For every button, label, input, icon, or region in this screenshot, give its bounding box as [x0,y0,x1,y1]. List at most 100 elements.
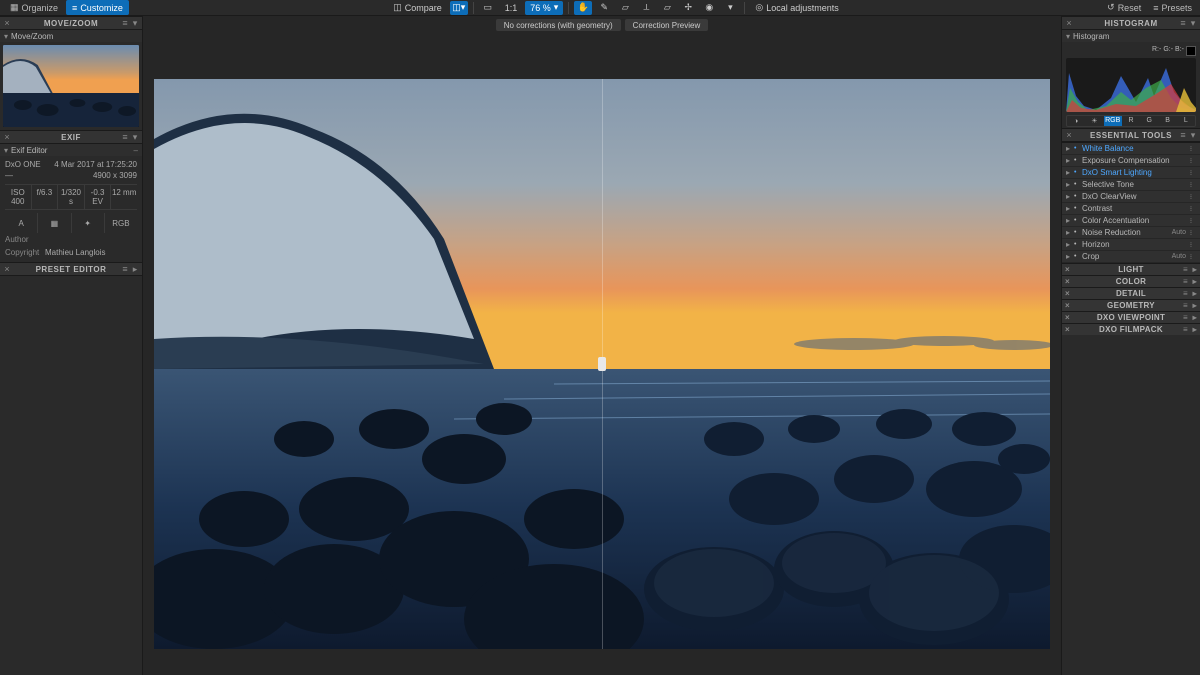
category-color[interactable]: ×COLOR≡▸ [1062,275,1200,287]
tool-item-horizon[interactable]: ▸•Horizon⁝ [1062,239,1200,251]
collapse-icon[interactable]: – [134,146,138,155]
enable-toggle[interactable]: • [1074,193,1082,200]
enable-toggle[interactable]: • [1074,205,1082,212]
enable-toggle[interactable]: • [1074,229,1082,236]
highlight-clip-icon[interactable]: ☀ [1085,116,1103,126]
channel-r[interactable]: R [1122,116,1140,126]
chevron-right-icon[interactable]: ▸ [1193,265,1197,274]
customize-tab[interactable]: ≡ Customize [66,0,129,15]
menu-icon[interactable]: ≡ [1183,265,1188,274]
channel-b[interactable]: B [1158,116,1176,126]
menu-icon[interactable]: ≡ [120,18,130,28]
enable-toggle[interactable]: • [1074,241,1082,248]
close-icon[interactable]: × [1065,301,1070,310]
compare-button[interactable]: ◫ Compare [388,1,447,15]
tool-item-dxo-smart-lighting[interactable]: ▸•DxO Smart Lighting⁝ [1062,167,1200,179]
close-icon[interactable]: × [2,264,12,274]
chevron-right-icon[interactable]: ▸ [1193,301,1197,310]
category-light[interactable]: ×LIGHT≡▸ [1062,263,1200,275]
category-detail[interactable]: ×DETAIL≡▸ [1062,287,1200,299]
chevron-down-icon[interactable]: ▾ [1066,32,1070,41]
tool-item-color-accentuation[interactable]: ▸•Color Accentuation⁝ [1062,215,1200,227]
channel-rgb[interactable]: RGB [1104,116,1122,126]
enable-toggle[interactable]: • [1074,157,1082,164]
options-icon[interactable]: ⁝ [1186,205,1196,213]
zoom-dropdown[interactable]: 76 % ▾ [525,1,563,15]
chevron-down-icon[interactable]: ▾ [1188,18,1198,28]
chevron-right-icon[interactable]: ▸ [130,264,140,274]
menu-icon[interactable]: ≡ [1178,130,1188,140]
copyright-value[interactable]: Mathieu Langlois [45,248,105,257]
chevron-right-icon[interactable]: ▸ [1193,277,1197,286]
close-icon[interactable]: × [1065,277,1070,286]
options-icon[interactable]: ⁝ [1186,157,1196,165]
crop-tool-button[interactable]: ▱ [616,1,634,15]
enable-toggle[interactable]: • [1074,217,1082,224]
close-icon[interactable]: × [2,18,12,28]
menu-icon[interactable]: ≡ [1178,18,1188,28]
enable-toggle[interactable]: • [1074,145,1082,152]
chevron-down-icon[interactable]: ▾ [130,132,140,142]
options-icon[interactable]: ⁝ [1186,193,1196,201]
chevron-right-icon[interactable]: ▸ [1193,289,1197,298]
tool-dropdown[interactable]: ▾ [721,1,739,15]
options-icon[interactable]: ⁝ [1186,241,1196,249]
tool-item-exposure-compensation[interactable]: ▸•Exposure Compensation⁝ [1062,155,1200,167]
menu-icon[interactable]: ≡ [1183,277,1188,286]
menu-icon[interactable]: ≡ [1183,325,1188,334]
tool-item-selective-tone[interactable]: ▸•Selective Tone⁝ [1062,179,1200,191]
menu-icon[interactable]: ≡ [1183,313,1188,322]
tool-item-noise-reduction[interactable]: ▸•Noise ReductionAuto⁝ [1062,227,1200,239]
compare-left-label[interactable]: No corrections (with geometry) [496,19,621,31]
channel-g[interactable]: G [1140,116,1158,126]
redeye-tool-button[interactable]: ◉ [700,1,718,15]
category-dxo-filmpack[interactable]: ×DXO FILMPACK≡▸ [1062,323,1200,335]
tool-item-dxo-clearview[interactable]: ▸•DxO ClearView⁝ [1062,191,1200,203]
tool-item-contrast[interactable]: ▸•Contrast⁝ [1062,203,1200,215]
preset-header[interactable]: × PRESET EDITOR ≡ ▸ [0,262,142,276]
chevron-down-icon[interactable]: ▾ [130,18,140,28]
photo[interactable] [154,79,1050,649]
compare-right-label[interactable]: Correction Preview [625,19,709,31]
options-icon[interactable]: ⁝ [1186,217,1196,225]
chevron-down-icon[interactable]: ▾ [4,32,8,41]
perspective-tool-button[interactable]: ▱ [658,1,676,15]
histogram-header[interactable]: × HISTOGRAM ≡ ▾ [1062,16,1200,30]
close-icon[interactable]: × [1064,130,1074,140]
channel-l[interactable]: L [1177,116,1195,126]
exif-header[interactable]: × EXIF ≡ ▾ [0,130,142,144]
histogram-chart[interactable] [1066,58,1196,112]
dust-tool-button[interactable]: ✢ [679,1,697,15]
enable-toggle[interactable]: • [1074,181,1082,188]
chevron-right-icon[interactable]: ▸ [1193,325,1197,334]
options-icon[interactable]: ⁝ [1186,169,1196,177]
category-dxo-viewpoint[interactable]: ×DXO VIEWPOINT≡▸ [1062,311,1200,323]
horizon-tool-button[interactable]: ⟂ [637,1,655,15]
close-icon[interactable]: × [1065,325,1070,334]
menu-icon[interactable]: ≡ [120,132,130,142]
enable-toggle[interactable]: • [1074,253,1082,260]
split-view-button[interactable]: ◫▾ [450,1,468,15]
close-icon[interactable]: × [1065,289,1070,298]
tool-item-white-balance[interactable]: ▸•White Balance⁝ [1062,143,1200,155]
chevron-right-icon[interactable]: ▸ [1193,313,1197,322]
fit-button[interactable]: ▭ [479,1,497,15]
image-area[interactable] [143,34,1061,675]
menu-icon[interactable]: ≡ [1183,289,1188,298]
options-icon[interactable]: ⁝ [1186,181,1196,189]
movezoom-thumbnail[interactable] [3,45,139,127]
split-handle[interactable] [598,357,606,371]
tool-item-crop[interactable]: ▸•CropAuto⁝ [1062,251,1200,263]
essential-tools-header[interactable]: × ESSENTIAL TOOLS ≡ ▾ [1062,128,1200,142]
menu-icon[interactable]: ≡ [120,264,130,274]
reset-button[interactable]: ↺ Reset [1103,2,1145,13]
one-to-one-button[interactable]: 1:1 [500,1,523,15]
organize-tab[interactable]: ▦ Organize [4,0,64,15]
category-geometry[interactable]: ×GEOMETRY≡▸ [1062,299,1200,311]
options-icon[interactable]: ⁝ [1186,253,1196,261]
shadow-clip-icon[interactable]: ◑ [1067,116,1085,126]
wb-picker-button[interactable]: ✎ [595,1,613,15]
enable-toggle[interactable]: • [1074,169,1082,176]
close-icon[interactable]: × [2,132,12,142]
close-icon[interactable]: × [1065,265,1070,274]
